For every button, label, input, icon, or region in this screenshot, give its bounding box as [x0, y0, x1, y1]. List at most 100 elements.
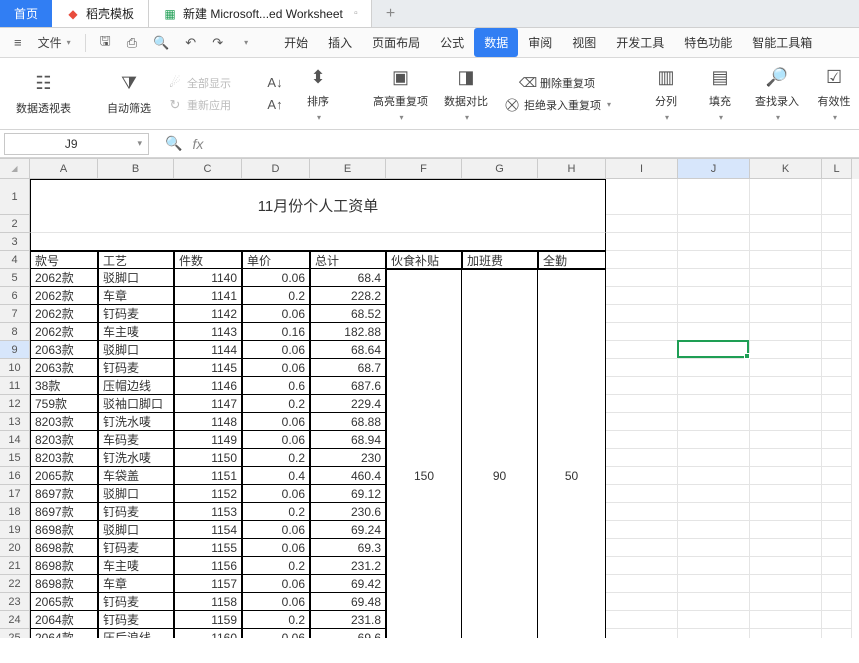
validity-button[interactable]: ☑有效性 [811, 61, 857, 126]
cell[interactable] [750, 359, 822, 377]
cell[interactable] [750, 215, 822, 233]
row-header[interactable]: 24 [0, 611, 30, 629]
cell[interactable] [678, 611, 750, 629]
cell[interactable]: 钉码麦 [98, 305, 174, 323]
cell[interactable]: 68.52 [310, 305, 386, 323]
cell[interactable] [678, 287, 750, 305]
cell[interactable] [678, 341, 750, 359]
fill-button[interactable]: ▤填充 [697, 61, 743, 126]
cell[interactable] [386, 485, 462, 503]
cell[interactable] [462, 503, 538, 521]
cell[interactable] [386, 395, 462, 413]
cell[interactable] [462, 359, 538, 377]
cell[interactable] [750, 413, 822, 431]
cell[interactable] [386, 521, 462, 539]
cell[interactable] [822, 377, 852, 395]
cell[interactable] [822, 233, 852, 251]
cell[interactable]: 2063款 [30, 359, 98, 377]
cell[interactable]: 2062款 [30, 323, 98, 341]
cell[interactable] [462, 431, 538, 449]
cell[interactable]: 1145 [174, 359, 242, 377]
col-header[interactable]: B [98, 159, 174, 179]
cell[interactable]: 1144 [174, 341, 242, 359]
row-header[interactable]: 17 [0, 485, 30, 503]
cell[interactable]: 0.2 [242, 395, 310, 413]
row-header[interactable]: 2 [0, 215, 30, 233]
cell[interactable]: 8203款 [30, 413, 98, 431]
cell[interactable] [538, 539, 606, 557]
cell[interactable] [822, 521, 852, 539]
cell[interactable] [822, 467, 852, 485]
ribbon-tab-insert[interactable]: 插入 [318, 28, 362, 57]
cell[interactable]: 1140 [174, 269, 242, 287]
row-header[interactable]: 6 [0, 287, 30, 305]
cell[interactable]: 8203款 [30, 449, 98, 467]
cell[interactable]: 0.06 [242, 305, 310, 323]
sort-desc-button[interactable]: A↑ [263, 95, 287, 115]
cell[interactable] [678, 305, 750, 323]
cell[interactable]: 1156 [174, 557, 242, 575]
more-menu[interactable] [233, 35, 254, 50]
cell[interactable]: 驳袖口脚口 [98, 395, 174, 413]
cell[interactable] [386, 269, 462, 287]
col-header[interactable]: G [462, 159, 538, 179]
cell[interactable] [462, 557, 538, 575]
cell[interactable] [386, 305, 462, 323]
cell[interactable] [606, 629, 678, 638]
cell[interactable]: 1147 [174, 395, 242, 413]
cell[interactable] [678, 503, 750, 521]
cell[interactable] [462, 341, 538, 359]
cell[interactable]: 车码麦 [98, 431, 174, 449]
cell[interactable]: 0.06 [242, 359, 310, 377]
cell[interactable] [386, 431, 462, 449]
cell[interactable] [750, 323, 822, 341]
row-header[interactable]: 5 [0, 269, 30, 287]
cell[interactable] [538, 611, 606, 629]
cell[interactable] [386, 503, 462, 521]
cell[interactable]: 1150 [174, 449, 242, 467]
cell[interactable]: 68.88 [310, 413, 386, 431]
ribbon-tab-view[interactable]: 视图 [562, 28, 606, 57]
cell[interactable]: 182.88 [310, 323, 386, 341]
cell[interactable] [678, 449, 750, 467]
cell[interactable]: 150 [386, 467, 462, 485]
cell[interactable] [538, 431, 606, 449]
tab-add[interactable]: + [372, 0, 409, 27]
cell[interactable]: 0.2 [242, 449, 310, 467]
ribbon-tab-feature[interactable]: 特色功能 [674, 28, 742, 57]
cell[interactable] [606, 485, 678, 503]
cell[interactable]: 69.42 [310, 575, 386, 593]
cell[interactable]: 8698款 [30, 539, 98, 557]
cell[interactable] [678, 593, 750, 611]
cell[interactable] [822, 341, 852, 359]
cell[interactable] [606, 305, 678, 323]
cell[interactable]: 0.06 [242, 485, 310, 503]
cell[interactable]: 687.6 [310, 377, 386, 395]
cell[interactable]: 0.06 [242, 521, 310, 539]
tab-overflow-icon[interactable]: ▫ [349, 7, 363, 21]
ribbon-tab-dev[interactable]: 开发工具 [606, 28, 674, 57]
cell[interactable] [678, 413, 750, 431]
cell[interactable] [538, 395, 606, 413]
cell[interactable] [538, 323, 606, 341]
cell[interactable] [386, 593, 462, 611]
cell[interactable]: 68.94 [310, 431, 386, 449]
cell[interactable]: 460.4 [310, 467, 386, 485]
cell[interactable]: 1146 [174, 377, 242, 395]
cell[interactable]: 8698款 [30, 575, 98, 593]
cell[interactable]: 8697款 [30, 503, 98, 521]
data-compare-button[interactable]: ◨ 数据对比 [440, 61, 492, 126]
cell[interactable] [386, 287, 462, 305]
cell[interactable] [750, 233, 822, 251]
cell[interactable] [462, 521, 538, 539]
cell[interactable]: 0.6 [242, 377, 310, 395]
col-header[interactable]: I [606, 159, 678, 179]
cell[interactable] [750, 593, 822, 611]
cell[interactable] [750, 341, 822, 359]
row-header[interactable]: 25 [0, 629, 30, 638]
cell[interactable]: 38款 [30, 377, 98, 395]
cell[interactable]: 8203款 [30, 431, 98, 449]
row-header[interactable]: 19 [0, 521, 30, 539]
cell[interactable]: 钉码麦 [98, 503, 174, 521]
sort-asc-button[interactable]: A↓ [263, 73, 287, 93]
